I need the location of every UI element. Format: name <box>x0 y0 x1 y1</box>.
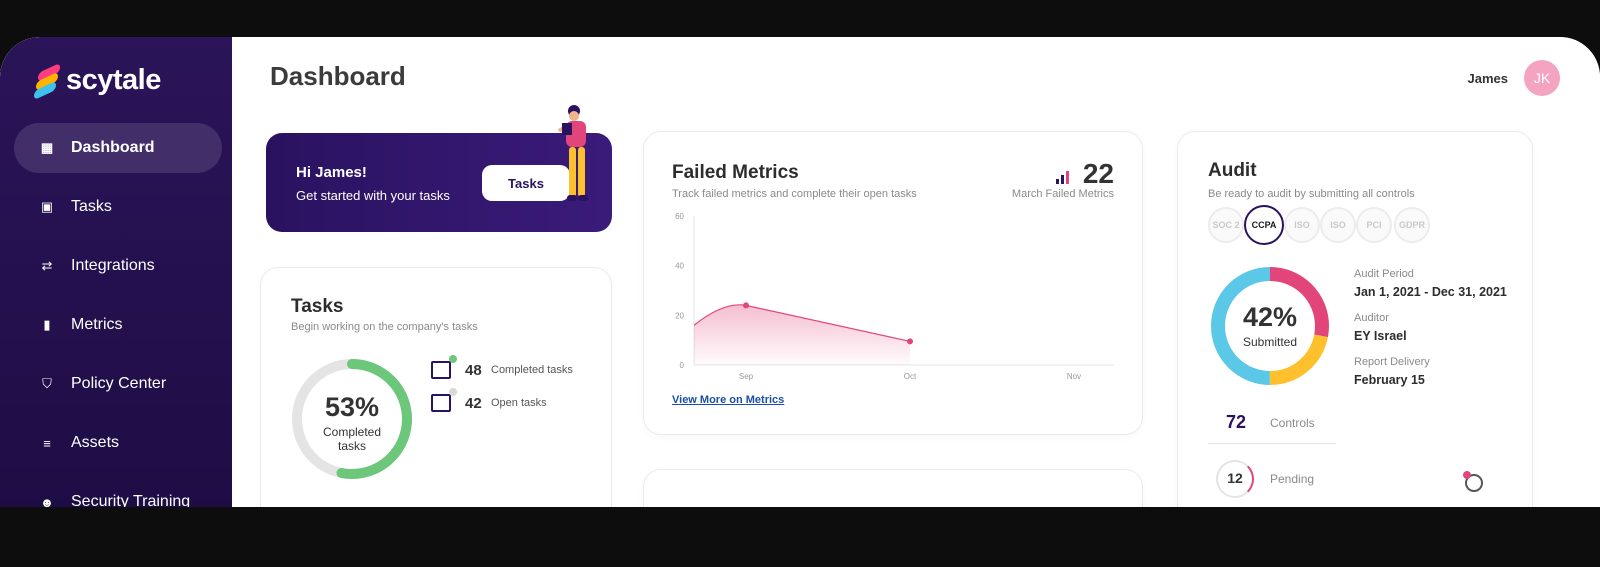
sidebar-nav: ▦ Dashboard ▣ Tasks ⇄ Integrations ▮ Met… <box>14 123 222 507</box>
audit-card-subtitle: Be ready to audit by submitting all cont… <box>1208 188 1415 200</box>
brand-name: scytale <box>66 64 161 96</box>
sidebar-item-label: Security Training <box>71 493 191 507</box>
x-tick-label: Nov <box>1067 372 1081 381</box>
controls-row[interactable]: 72 Controls <box>1208 402 1336 444</box>
completed-count: 48 <box>465 361 482 379</box>
sidebar-item-tasks[interactable]: ▣ Tasks <box>14 182 222 232</box>
iso-badge-icon[interactable]: ISO <box>1284 207 1320 243</box>
sidebar-item-label: Tasks <box>71 198 112 215</box>
audit-period-value: Jan 1, 2021 - Dec 31, 2021 <box>1354 285 1507 299</box>
y-tick-label: 20 <box>675 311 684 320</box>
tasks-percent-block: 53% Completed tasks <box>289 392 415 453</box>
report-delivery-value: February 15 <box>1354 373 1425 387</box>
pending-label: Pending <box>1270 472 1315 486</box>
ccpa-badge-icon[interactable]: CCPA <box>1244 205 1284 245</box>
gdpr-badge-icon[interactable]: GDPR <box>1394 207 1430 243</box>
controls-label: Controls <box>1270 416 1315 430</box>
sidebar-item-security-training[interactable]: ☻ Security Training <box>14 477 222 507</box>
dashboard-icon: ▦ <box>40 140 54 155</box>
audit-percent-block: 42% Submitted <box>1208 302 1332 349</box>
failed-metrics-card: Failed Metrics Track failed metrics and … <box>643 131 1143 435</box>
auditor-value: EY Israel <box>1354 329 1407 343</box>
shield-icon: ⛉ <box>42 376 52 391</box>
secondary-card <box>643 469 1143 507</box>
inbox-icon <box>431 388 457 412</box>
audit-card: Audit Be ready to audit by submitting al… <box>1177 131 1533 507</box>
sidebar-item-assets[interactable]: ≡ Assets <box>14 418 222 468</box>
sidebar-item-metrics[interactable]: ▮ Metrics <box>14 300 222 350</box>
sidebar-item-label: Policy Center <box>71 375 167 392</box>
main-content: Dashboard James JK Hi James! Get started… <box>232 37 1600 507</box>
app-frame: scytale ▦ Dashboard ▣ Tasks ⇄ Integratio… <box>0 37 1600 507</box>
audit-card-title: Audit <box>1208 160 1257 181</box>
logo-mark-icon <box>34 62 60 100</box>
clipboard-icon: ▣ <box>40 199 54 214</box>
pending-row[interactable]: 12 Pending <box>1208 458 1388 498</box>
bar-chart-icon: ▮ <box>43 317 51 332</box>
open-count: 42 <box>465 394 482 412</box>
sidebar: scytale ▦ Dashboard ▣ Tasks ⇄ Integratio… <box>0 37 232 507</box>
database-icon: ≡ <box>43 435 51 451</box>
audit-percent-label: Submitted <box>1242 335 1298 349</box>
view-more-metrics-link[interactable]: View More on Metrics <box>672 394 784 406</box>
tasks-percent-label-2: tasks <box>337 439 366 453</box>
metrics-card-subtitle: Track failed metrics and complete their … <box>672 188 917 200</box>
pending-count: 12 <box>1227 470 1243 486</box>
brand-logo[interactable]: scytale <box>34 62 161 100</box>
soc2-badge-icon[interactable]: SOC 2 <box>1208 207 1244 243</box>
clock-icon[interactable] <box>1463 471 1483 492</box>
audit-period-label: Audit Period <box>1354 268 1414 280</box>
welcome-greeting: Hi James! <box>296 164 367 181</box>
sidebar-item-label: Dashboard <box>71 139 155 156</box>
metrics-card-title: Failed Metrics <box>672 162 799 183</box>
x-tick-label: Oct <box>904 372 917 381</box>
completed-tasks-row[interactable]: 48 Completed tasks <box>431 355 573 379</box>
tasks-percent: 53% <box>324 392 380 422</box>
x-tick-label: Sep <box>739 372 754 381</box>
data-point[interactable] <box>907 338 913 345</box>
open-label: Open tasks <box>491 397 547 409</box>
failed-metrics-count: 22 <box>1082 158 1114 189</box>
data-point[interactable] <box>743 302 749 309</box>
y-tick-label: 0 <box>680 361 685 370</box>
sidebar-item-label: Assets <box>71 434 120 451</box>
page-title: Dashboard <box>270 61 406 91</box>
pci-badge-icon[interactable]: PCI <box>1356 207 1392 243</box>
sidebar-item-integrations[interactable]: ⇄ Integrations <box>14 241 222 291</box>
tasks-card: Tasks Begin working on the company's tas… <box>260 267 612 507</box>
area-fill <box>694 304 910 365</box>
controls-count: 72 <box>1226 412 1247 432</box>
auditor-label: Auditor <box>1354 312 1389 324</box>
report-delivery-label: Report Delivery <box>1354 356 1430 368</box>
failed-metrics-count-label: March Failed Metrics <box>1011 188 1114 200</box>
sidebar-item-label: Metrics <box>71 316 123 333</box>
iso-privacy-badge-icon[interactable]: ISO <box>1320 207 1356 243</box>
tasks-percent-label-1: Completed <box>322 425 382 439</box>
user-menu[interactable]: James JK <box>1468 60 1560 96</box>
sidebar-item-label: Integrations <box>71 257 155 274</box>
signal-bars-icon <box>1056 170 1072 184</box>
handshake-icon: ⇄ <box>41 258 53 273</box>
sidebar-item-dashboard[interactable]: ▦ Dashboard <box>14 123 222 173</box>
completed-label: Completed tasks <box>491 364 573 376</box>
y-tick-label: 60 <box>675 212 684 221</box>
person-illustration-icon <box>558 105 588 201</box>
user-check-icon: ☻ <box>40 494 54 508</box>
audit-percent: 42% <box>1242 302 1298 332</box>
archive-icon <box>431 355 457 379</box>
y-tick-label: 40 <box>675 262 684 271</box>
welcome-subtitle: Get started with your tasks <box>296 188 450 203</box>
avatar[interactable]: JK <box>1524 60 1560 96</box>
failed-metrics-chart: 60 40 20 0 Sep Oct Nov <box>675 212 1114 381</box>
sidebar-item-policy-center[interactable]: ⛉ Policy Center <box>14 359 222 409</box>
user-name: James <box>1467 70 1508 86</box>
open-tasks-row[interactable]: 42 Open tasks <box>431 388 547 412</box>
tasks-card-title: Tasks <box>291 296 344 317</box>
tasks-card-subtitle: Begin working on the company's tasks <box>291 321 478 333</box>
